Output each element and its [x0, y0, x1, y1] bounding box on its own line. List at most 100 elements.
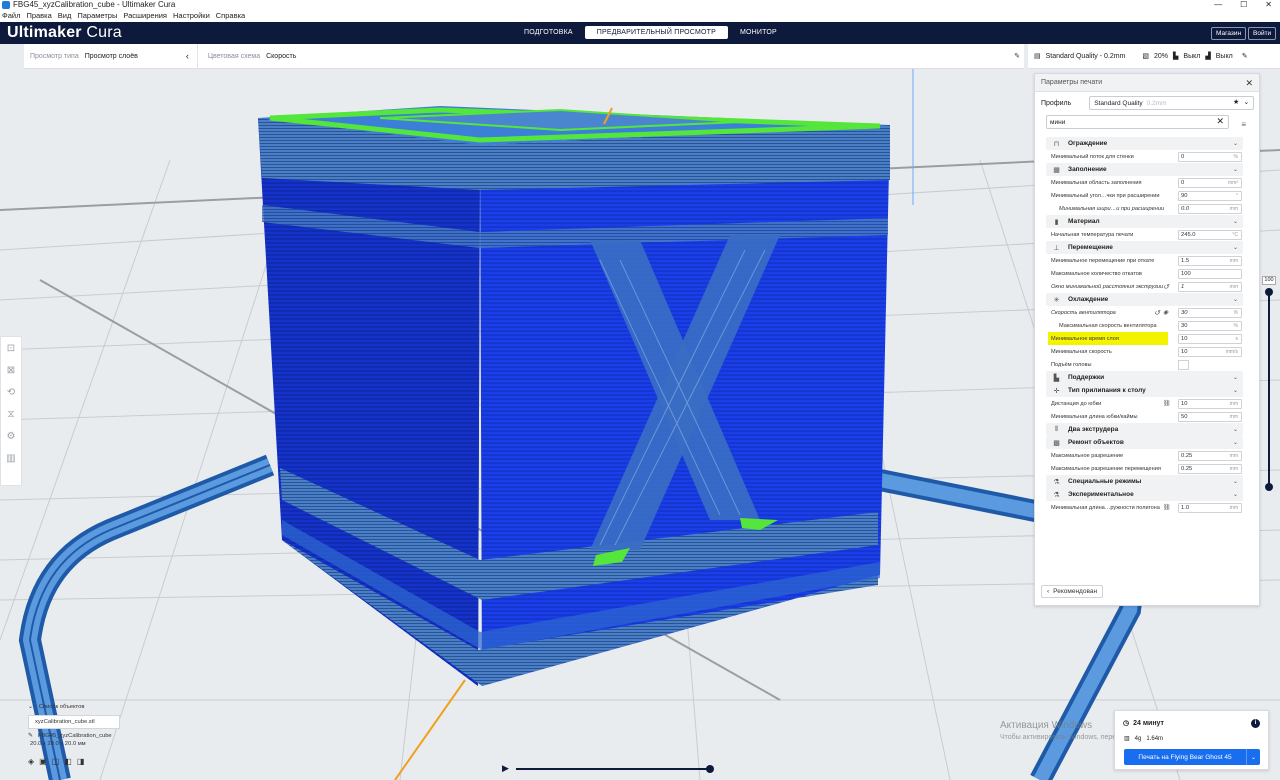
layer-value[interactable]: 100: [1262, 276, 1276, 285]
view-type-selector[interactable]: Просмотр типа Просмотр слоёв ‹: [24, 51, 189, 61]
setting-value-input[interactable]: 0.0 mm: [1178, 203, 1242, 214]
category-header[interactable]: ▩ Ремонт объектов ⌄: [1046, 436, 1243, 449]
setting-value-input[interactable]: 0.25 mm: [1178, 450, 1242, 461]
setting-label: Подъём головы: [1051, 361, 1092, 368]
setting-checkbox[interactable]: [1178, 359, 1189, 370]
clear-search-icon[interactable]: ✕: [1216, 116, 1224, 127]
setting-value-input[interactable]: 0%: [1178, 151, 1242, 162]
setting-value: 100: [1181, 270, 1191, 277]
path-slider-handle[interactable]: [706, 765, 714, 773]
setting-value-input[interactable]: 0 mm²: [1178, 177, 1242, 188]
category-header[interactable]: ⊓ Ограждение ⌄: [1046, 137, 1243, 150]
color-scheme-selector[interactable]: Цветовая схема Скорость: [202, 53, 297, 60]
right-view-icon[interactable]: ◨: [77, 757, 85, 766]
menu-view[interactable]: Вид: [58, 10, 72, 22]
3d-view-icon[interactable]: ◈: [28, 757, 34, 766]
close-icon[interactable]: ✕: [1245, 78, 1253, 89]
setting-value-input[interactable]: 30%: [1178, 320, 1242, 331]
menu-help[interactable]: Справка: [216, 10, 245, 22]
print-button[interactable]: Печать на Flying Bear Ghost 45 ⌄: [1124, 749, 1260, 765]
app-header: Ultimaker Cura ПОДГОТОВКА ПРЕДВАРИТЕЛЬНЫ…: [0, 22, 1280, 44]
setting-row: Минимальная область заполнения 0 mm²: [1046, 176, 1243, 189]
category-header[interactable]: ⚗ Экспериментальное ⌄: [1046, 488, 1243, 501]
maximize-icon[interactable]: ☐: [1240, 0, 1247, 10]
star-icon[interactable]: ★: [1233, 98, 1239, 106]
setting-value-input[interactable]: 1.5 mm: [1178, 255, 1242, 266]
layer-slider[interactable]: 100: [1262, 276, 1276, 496]
scale-tool-icon[interactable]: ⊠: [4, 362, 18, 378]
recommended-button[interactable]: ‹ Рекомендован: [1041, 585, 1104, 598]
support-blocker-icon[interactable]: ▥: [4, 450, 18, 466]
setting-unit: mm/s: [1225, 348, 1238, 355]
category-label: Экспериментальное: [1068, 491, 1134, 498]
category-header[interactable]: ▮ Материал ⌄: [1046, 215, 1243, 228]
play-icon[interactable]: ▶: [502, 763, 509, 774]
edit-icon[interactable]: ✎: [1242, 52, 1248, 60]
setting-value-input[interactable]: 30%: [1178, 307, 1242, 318]
setting-value-input[interactable]: 10 mm/s: [1178, 346, 1242, 357]
setting-value-input[interactable]: 0.25 mm: [1178, 463, 1242, 474]
menu-file[interactable]: Файл: [2, 10, 20, 22]
marketplace-button[interactable]: Магазин: [1211, 27, 1247, 40]
category-header[interactable]: ▦ Заполнение ⌄: [1046, 163, 1243, 176]
setting-value-input[interactable]: 1 mm: [1178, 281, 1242, 292]
print-button-label: Печать на Flying Bear Ghost 45: [1138, 753, 1232, 761]
job-name[interactable]: ✎ FBG45_xyzCalibration_cube: [28, 733, 128, 739]
minimize-icon[interactable]: —: [1214, 0, 1222, 10]
chevron-left-icon[interactable]: ‹: [186, 51, 189, 61]
move-tool-icon[interactable]: ⊡: [4, 340, 18, 356]
left-view-icon[interactable]: ◧: [64, 757, 72, 766]
chevron-down-icon: ⌄: [1232, 492, 1238, 498]
menu-extensions[interactable]: Расширения: [123, 10, 167, 22]
settings-menu-icon[interactable]: ≡: [1241, 120, 1246, 129]
print-setup-selector[interactable]: ▤ Standard Quality - 0.2mm ▧ 20% ▙ Выкл …: [1028, 44, 1280, 69]
category-header[interactable]: ⚗ Специальные режимы ⌄: [1046, 475, 1243, 488]
chevron-down-icon[interactable]: ⌄: [1243, 98, 1249, 106]
setting-value-input[interactable]: 245.0 °C: [1178, 229, 1242, 240]
mirror-tool-icon[interactable]: ⧖: [4, 406, 18, 422]
chevron-down-icon[interactable]: ⌄: [1246, 749, 1260, 765]
category-header[interactable]: ⊥ Перемещение ⌄: [1046, 241, 1243, 254]
pencil-icon[interactable]: ✎: [1014, 52, 1020, 60]
setting-value-input[interactable]: 10 mm: [1178, 398, 1242, 409]
category-header[interactable]: ✳ Охлаждение ⌄: [1046, 293, 1243, 306]
category-header[interactable]: ⫴ Два экструдера ⌄: [1046, 423, 1243, 436]
category-header[interactable]: ✛ Тип прилипания к столу ⌄: [1046, 384, 1243, 397]
setting-value-input[interactable]: 10 s: [1178, 333, 1242, 344]
simulation-playbar: ▶: [500, 762, 720, 776]
signin-button[interactable]: Войти: [1248, 27, 1277, 40]
tab-prepare[interactable]: ПОДГОТОВКА: [512, 26, 585, 39]
menu-settings[interactable]: Параметры: [77, 10, 117, 22]
rotate-tool-icon[interactable]: ⟲: [4, 384, 18, 400]
profile-dropdown[interactable]: Standard Quality 0.2mm ★ ⌄: [1089, 96, 1255, 110]
reset-icon[interactable]: ↺: [1163, 283, 1169, 291]
settings-search-input[interactable]: мини ✕: [1046, 115, 1229, 129]
close-window-icon[interactable]: ✕: [1265, 0, 1272, 10]
linked-setting-icon[interactable]: ◉: [1163, 309, 1168, 316]
info-icon[interactable]: i: [1251, 719, 1260, 728]
setting-label: Максимальное разрешение перемещения: [1051, 465, 1161, 472]
link-icon[interactable]: ⛓: [1163, 504, 1171, 511]
walls-icon: ⊓: [1053, 140, 1060, 148]
front-view-icon[interactable]: ▣: [39, 757, 47, 766]
object-list-item[interactable]: xyzCalibration_cube.stl: [28, 715, 120, 729]
menu-edit[interactable]: Правка: [26, 10, 51, 22]
setting-value-input[interactable]: 100: [1178, 268, 1242, 279]
menu-preferences[interactable]: Настройки: [173, 10, 210, 22]
setting-value-input[interactable]: 50 mm: [1178, 411, 1242, 422]
lower-handle[interactable]: [1265, 483, 1273, 491]
category-header[interactable]: ▙ Поддержки ⌄: [1046, 371, 1243, 384]
link-icon[interactable]: ⛓: [1163, 400, 1171, 407]
infill-icon: ▧: [1142, 53, 1150, 60]
object-list-header[interactable]: ⌄ Список объектов: [28, 704, 128, 710]
tab-preview[interactable]: ПРЕДВАРИТЕЛЬНЫЙ ПРОСМОТР: [584, 26, 728, 39]
reset-icon[interactable]: ↺: [1154, 309, 1160, 317]
print-settings-panel: Параметры печати ✕ Профиль Standard Qual…: [1034, 73, 1260, 606]
top-view-icon[interactable]: ◫: [52, 757, 60, 766]
category-label: Тип прилипания к столу: [1068, 387, 1146, 394]
setting-value-input[interactable]: 90 °: [1178, 190, 1242, 201]
setting-value-input[interactable]: 1.0 mm: [1178, 502, 1242, 513]
per-model-settings-icon[interactable]: ⚙: [4, 428, 18, 444]
cura-app-icon: [2, 1, 10, 9]
tab-monitor[interactable]: МОНИТОР: [728, 26, 789, 39]
